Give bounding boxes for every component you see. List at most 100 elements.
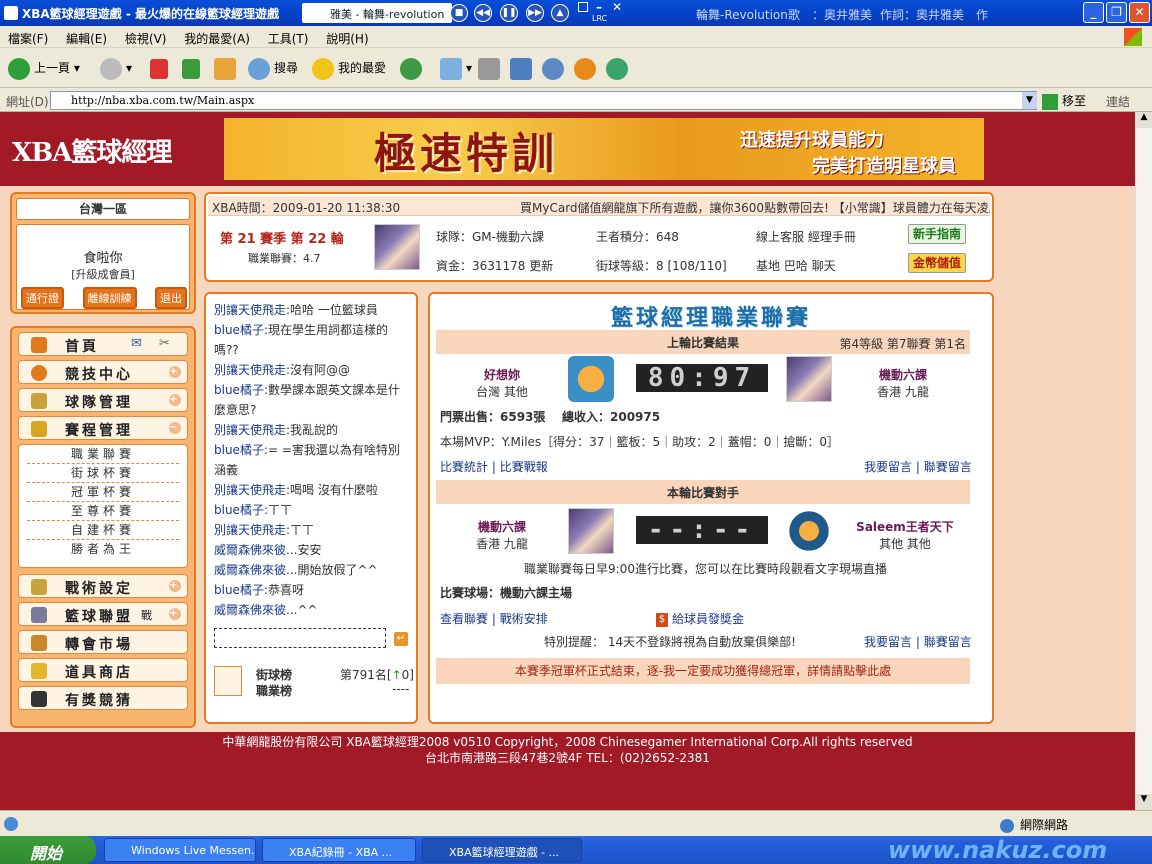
sub-custom-cup[interactable]: 自建杯賽	[27, 521, 179, 540]
next-icon[interactable]: ▶▶	[526, 4, 544, 22]
mail-nav-icon[interactable]: ✉	[131, 336, 145, 351]
service-links[interactable]: 線上客服 經理手冊	[756, 228, 856, 245]
minimize-button[interactable]: _	[1083, 2, 1104, 23]
leave-message-link[interactable]: 我要留言	[864, 460, 912, 474]
tactic-link[interactable]: 戰術安排	[500, 612, 548, 626]
forward-button[interactable]: ▾	[100, 56, 132, 80]
chat-sender[interactable]: 別讓天使飛走	[214, 423, 286, 437]
chat-sender[interactable]: 別讓天使飛走	[214, 483, 286, 497]
go-button[interactable]: 移至	[1042, 92, 1086, 110]
sub-career-league[interactable]: 職業聯賽	[27, 445, 179, 464]
back-button[interactable]: 上一頁 ▾	[8, 56, 80, 80]
home-button[interactable]	[214, 56, 240, 80]
pause-icon[interactable]: ❚❚	[500, 4, 518, 22]
message-links[interactable]: 我要留言 | 聯賽留言	[864, 458, 972, 475]
favorites-button[interactable]: 我的最愛	[312, 56, 386, 80]
nav-team[interactable]: 球隊管理 +	[18, 388, 188, 412]
home-team-name[interactable]: 好想妳	[452, 366, 552, 383]
mail-button[interactable]: ▾	[440, 56, 472, 80]
next-away-name[interactable]: Saleem王者天下	[846, 518, 964, 535]
view-league-link[interactable]: 查看聯賽	[440, 612, 488, 626]
chat-sender[interactable]: 威爾森佛來彼	[214, 563, 286, 577]
chat-sender[interactable]: blue橘子	[214, 503, 264, 517]
close-button[interactable]: ✕	[1129, 2, 1150, 23]
nav-quiz[interactable]: 有獎競猜	[18, 686, 188, 710]
chat-sender[interactable]: blue橘子	[214, 323, 264, 337]
leave-message-link-2[interactable]: 我要留言	[864, 635, 912, 649]
scroll-up-icon[interactable]: ▲	[1136, 112, 1152, 128]
offline-training-button[interactable]: 離線訓練	[82, 287, 137, 309]
chat-sender[interactable]: blue橘子	[214, 443, 264, 457]
chat-sender[interactable]: blue橘子	[214, 583, 264, 597]
nav-transfer[interactable]: 轉會市場	[18, 630, 188, 654]
player-restore-icon[interactable]	[578, 2, 588, 12]
task-xba-game[interactable]: XBA籃球經理遊戲 - ...	[422, 838, 582, 862]
search-button[interactable]: 搜尋	[248, 56, 298, 80]
career-rank-label[interactable]: 職業榜	[256, 682, 292, 699]
away-team-name[interactable]: 機動六課	[848, 366, 958, 383]
season-notice[interactable]: 本賽季冠軍杯正式結束，逐-我一定要成功獲得總冠軍，詳情請點擊此處	[436, 658, 970, 684]
chat-sender[interactable]: 威爾森佛來彼	[214, 603, 286, 617]
league-links[interactable]: 查看聯賽 | 戰術安排	[440, 610, 548, 627]
tools-nav-icon[interactable]: ✂	[159, 336, 173, 351]
scroll-down-icon[interactable]: ▼	[1136, 794, 1152, 810]
player-minimize-icon[interactable]: –	[596, 0, 602, 14]
team-name[interactable]: 球隊：GM-機動六課	[436, 228, 544, 245]
address-input[interactable]: http://nba.xba.com.tw/Main.aspx	[50, 91, 1037, 110]
chat-input[interactable]	[214, 628, 386, 648]
next-home-name[interactable]: 機動六課	[452, 518, 552, 535]
task-xba-log[interactable]: XBA紀錄冊 - XBA ...	[262, 838, 416, 862]
start-button[interactable]: 開始	[0, 836, 96, 864]
eject-icon[interactable]: ▲	[551, 4, 569, 22]
passport-button[interactable]: 通行證	[21, 287, 64, 309]
bonus-link[interactable]: $ 給球員發獎金	[656, 610, 744, 627]
match-stats-link[interactable]: 比賽統計 | 比賽戰報	[440, 458, 548, 475]
stop-button[interactable]	[150, 56, 172, 80]
chat-sender[interactable]: 威爾森佛來彼	[214, 543, 286, 557]
print-button[interactable]	[478, 56, 504, 80]
send-icon[interactable]: ↵	[394, 632, 408, 646]
promo-banner[interactable]: 極速特訓 迅速提升球員能力 完美打造明星球員	[224, 118, 984, 180]
menu-file[interactable]: 檔案(F)	[0, 26, 54, 47]
edit-button[interactable]	[510, 56, 536, 80]
league-message-link[interactable]: 聯賽留言	[924, 460, 972, 474]
upgrade-link[interactable]: [升級成會員]	[17, 266, 189, 282]
nav-tactics[interactable]: 戰術設定 +	[18, 574, 188, 598]
sub-champion-cup[interactable]: 冠軍杯賽	[27, 483, 179, 502]
chat-sender[interactable]: 別讓天使飛走	[214, 523, 286, 537]
chat-sender[interactable]: 別讓天使飛走	[214, 303, 286, 317]
nav-schedule[interactable]: 賽程管理 −	[18, 416, 188, 440]
menu-edit[interactable]: 編輯(E)	[58, 26, 113, 47]
message-links-2[interactable]: 我要留言 | 聯賽留言	[864, 633, 972, 650]
chat-sender[interactable]: blue橘子	[214, 383, 264, 397]
messenger-button[interactable]	[606, 56, 632, 80]
league-message-link-2[interactable]: 聯賽留言	[924, 635, 972, 649]
menu-help[interactable]: 說明(H)	[318, 26, 374, 47]
sub-supreme-cup[interactable]: 至尊杯賽	[27, 502, 179, 521]
street-rank-label[interactable]: 街球榜	[256, 666, 292, 683]
site-logo[interactable]: XBA籃球經理	[12, 132, 172, 169]
vertical-scrollbar[interactable]: ▲ ▼	[1135, 112, 1152, 810]
address-dropdown-icon[interactable]: ▼	[1022, 92, 1037, 109]
sub-winner[interactable]: 勝者為王	[27, 540, 179, 559]
sub-street-cup[interactable]: 街球杯賽	[27, 464, 179, 483]
nav-alliance[interactable]: 籃球聯盟戰 +	[18, 602, 188, 626]
media-button[interactable]	[574, 56, 600, 80]
gold-topup-button[interactable]: 金幣儲值	[908, 253, 966, 273]
nav-home[interactable]: 首頁 ✉ ✂	[18, 332, 188, 356]
task-messenger[interactable]: Windows Live Messen...	[104, 838, 256, 862]
report-link-text[interactable]: 比賽戰報	[500, 460, 548, 474]
manager-avatar[interactable]	[374, 224, 420, 270]
chat-sender[interactable]: 別讓天使飛走	[214, 363, 286, 377]
history-button[interactable]	[400, 56, 426, 80]
menu-tools[interactable]: 工具(T)	[260, 26, 315, 47]
menu-favorites[interactable]: 我的最愛(A)	[176, 26, 256, 47]
links-button[interactable]: 連結	[1106, 93, 1130, 110]
newbie-guide-button[interactable]: 新手指南	[908, 224, 966, 244]
prev-icon[interactable]: ◀◀	[474, 4, 492, 22]
maximize-button[interactable]: ❐	[1106, 2, 1127, 23]
nav-arena[interactable]: 競技中心 +	[18, 360, 188, 384]
base-links[interactable]: 基地 巴哈 聊天	[756, 257, 836, 274]
stop-icon[interactable]: ■	[450, 4, 468, 22]
refresh-button[interactable]	[182, 56, 204, 80]
